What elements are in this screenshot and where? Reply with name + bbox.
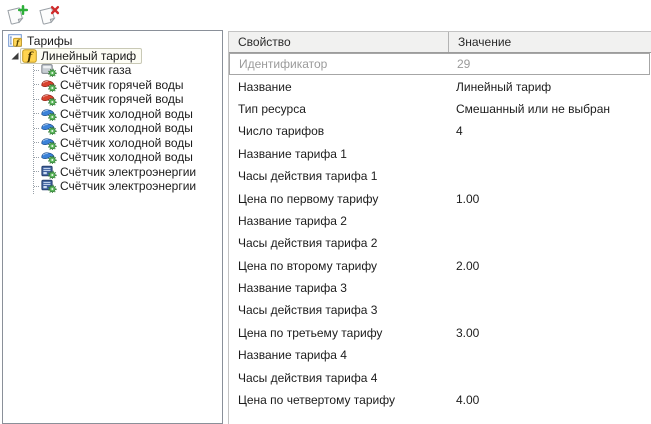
- property-value[interactable]: 29: [449, 57, 649, 71]
- gas-meter-icon: [40, 63, 57, 77]
- tree-item-meter[interactable]: Счётчик электроэнергии: [34, 179, 222, 194]
- column-header-property[interactable]: Свойство: [229, 32, 448, 52]
- property-value[interactable]: Смешанный или не выбран: [448, 102, 651, 116]
- tree-connector: [34, 186, 39, 187]
- tree-item-meter[interactable]: Счётчик электроэнергии: [34, 165, 222, 180]
- property-row[interactable]: Название тарифа 4: [229, 344, 651, 366]
- tree-item-label: Счётчик горячей воды: [57, 78, 187, 92]
- delete-tariff-icon: [35, 3, 64, 27]
- property-row[interactable]: Часы действия тарифа 2: [229, 232, 651, 254]
- property-name: Название: [229, 80, 448, 94]
- tree-item-label: Счётчик электроэнергии: [57, 165, 199, 179]
- property-name: Тип ресурса: [229, 102, 448, 116]
- delete-tariff-button[interactable]: [35, 2, 64, 27]
- property-row[interactable]: Название тарифа 1: [229, 143, 651, 165]
- cold-water-meter-icon: [40, 121, 57, 135]
- property-value[interactable]: Линейный тариф: [448, 80, 651, 94]
- hot-water-meter-icon: [40, 92, 57, 106]
- property-value[interactable]: 3.00: [448, 326, 651, 340]
- property-name: Цена по второму тарифу: [229, 259, 448, 273]
- toolbar: [3, 2, 64, 28]
- cold-water-meter-icon: [40, 136, 57, 150]
- selected-item-box: f Линейный тариф: [20, 48, 142, 64]
- tree-connector: [34, 84, 39, 85]
- property-name: Название тарифа 4: [229, 348, 448, 362]
- tree-connector: [34, 70, 39, 71]
- tree-connector: [34, 171, 39, 172]
- tree-connector: [34, 157, 39, 158]
- tree-item-label: Счётчик холодной воды: [57, 121, 196, 135]
- tree-item-meter[interactable]: Счётчик холодной воды: [34, 107, 222, 122]
- property-row[interactable]: Цена по четвертому тарифу 4.00: [229, 389, 651, 411]
- tree-item-label: Счётчик холодной воды: [57, 136, 196, 150]
- tree-item-meter[interactable]: Счётчик газа: [34, 63, 222, 78]
- tree-item-meter[interactable]: Счётчик холодной воды: [34, 136, 222, 151]
- tree-item-meter[interactable]: Счётчик холодной воды: [34, 150, 222, 165]
- hot-water-meter-icon: [40, 78, 57, 92]
- electricity-meter-icon: [40, 165, 57, 179]
- linear-tariff-icon: f: [21, 49, 38, 63]
- property-value[interactable]: 1.00: [448, 192, 651, 206]
- cold-water-meter-icon: [40, 150, 57, 164]
- property-name: Цена по четвертому тарифу: [229, 393, 448, 407]
- property-grid: Свойство Значение Идентификатор 29 Назва…: [228, 31, 651, 424]
- property-name: Часы действия тарифа 1: [229, 169, 448, 183]
- property-row[interactable]: Цена по первому тарифу 1.00: [229, 187, 651, 209]
- electricity-meter-icon: [40, 179, 57, 193]
- tree-item-label: Счётчик газа: [57, 63, 134, 77]
- tree-item-label: Счётчик холодной воды: [57, 107, 196, 121]
- property-row[interactable]: Часы действия тарифа 1: [229, 165, 651, 187]
- property-name: Часы действия тарифа 2: [229, 236, 448, 250]
- tree-item-label: Линейный тариф: [38, 49, 139, 63]
- property-name: Часы действия тарифа 3: [229, 303, 448, 317]
- property-name: Название тарифа 3: [229, 281, 448, 295]
- tree-connector: [34, 113, 39, 114]
- tree-item-label: Счётчик горячей воды: [57, 92, 187, 106]
- tree-item-tariffs-root[interactable]: f Тарифы: [3, 34, 222, 49]
- property-grid-rows: Идентификатор 29 Название Линейный тариф…: [229, 53, 651, 411]
- property-row[interactable]: Идентификатор 29: [229, 53, 650, 75]
- tree-item-linear-tariff[interactable]: f Линейный тариф: [3, 49, 222, 64]
- expanded-triangle-icon[interactable]: [9, 51, 20, 61]
- property-row[interactable]: Название Линейный тариф: [229, 75, 651, 97]
- tree-item-label: Счётчик электроэнергии: [57, 179, 199, 193]
- property-name: Название тарифа 1: [229, 147, 448, 161]
- tariffs-root-icon: f: [7, 34, 24, 48]
- tree-children: Счётчик газа Счётчик горячей воды Счётчи…: [33, 63, 222, 194]
- property-row[interactable]: Цена по второму тарифу 2.00: [229, 255, 651, 277]
- tree-item-label: Тарифы: [24, 34, 75, 48]
- tree-connector: [34, 128, 39, 129]
- add-tariff-icon: [3, 3, 32, 27]
- property-name: Название тарифа 2: [229, 214, 448, 228]
- property-row[interactable]: Тип ресурса Смешанный или не выбран: [229, 98, 651, 120]
- property-value[interactable]: 2.00: [448, 259, 651, 273]
- property-row[interactable]: Цена по третьему тарифу 3.00: [229, 322, 651, 344]
- property-value[interactable]: 4: [448, 124, 651, 138]
- tree-item-meter[interactable]: Счётчик холодной воды: [34, 121, 222, 136]
- property-grid-header: Свойство Значение: [229, 32, 651, 53]
- tree-item-label: Счётчик холодной воды: [57, 150, 196, 164]
- property-row[interactable]: Часы действия тарифа 4: [229, 366, 651, 388]
- property-row[interactable]: Число тарифов 4: [229, 120, 651, 142]
- cold-water-meter-icon: [40, 107, 57, 121]
- property-row[interactable]: Часы действия тарифа 3: [229, 299, 651, 321]
- add-tariff-button[interactable]: [3, 2, 32, 27]
- property-name: Цена по первому тарифу: [229, 192, 448, 206]
- property-name: Число тарифов: [229, 124, 448, 138]
- property-value[interactable]: 4.00: [448, 393, 651, 407]
- property-name: Цена по третьему тарифу: [229, 326, 448, 340]
- property-row[interactable]: Название тарифа 2: [229, 210, 651, 232]
- tree-connector: [34, 142, 39, 143]
- property-name: Часы действия тарифа 4: [229, 371, 448, 385]
- tree-item-meter[interactable]: Счётчик горячей воды: [34, 92, 222, 107]
- tree-item-meter[interactable]: Счётчик горячей воды: [34, 78, 222, 93]
- column-header-value[interactable]: Значение: [448, 32, 651, 52]
- property-name: Идентификатор: [230, 57, 449, 71]
- tariff-tree-panel: f Тарифы f Линейный тариф Счётчик газа С…: [2, 30, 223, 424]
- property-row[interactable]: Название тарифа 3: [229, 277, 651, 299]
- tree-connector: [34, 99, 39, 100]
